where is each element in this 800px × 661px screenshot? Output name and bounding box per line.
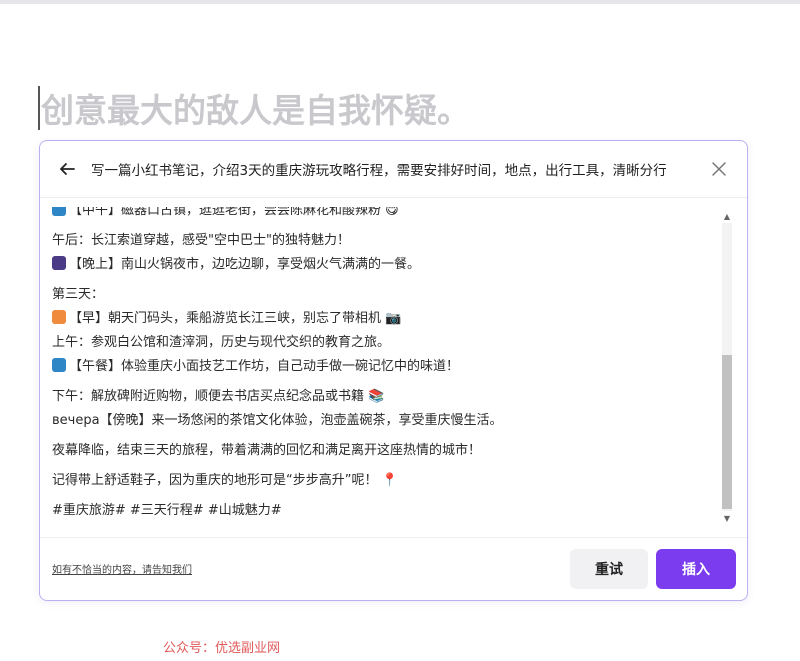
caret-up-icon[interactable]: ▲ [720, 209, 734, 223]
prompt-text: 写一篇小红书笔记，介绍3天的重庆游玩攻略行程，需要安排好时间，地点，出行工具，清… [91, 163, 667, 179]
content-line: 上午：参观白公馆和渣滓洞，历史与现代交织的教育之旅。 [52, 331, 503, 355]
content-line-text: вечера【傍晚】来一场悠闲的茶馆文化体验，泡壶盖碗茶，享受重庆慢生活。 [52, 413, 503, 428]
report-content-link[interactable]: 如有不恰当的内容，请告知我们 [52, 561, 192, 576]
content-line: 【中午】磁器口古镇，逛逛老街，尝尝陈麻花和酸辣粉 😋 [52, 207, 503, 223]
headline-area[interactable]: 创意最大的敌人是自我怀疑。 [38, 84, 470, 132]
generated-content[interactable]: 【中午】磁器口古镇，逛逛老街，尝尝陈麻花和酸辣粉 😋 午后：长江索道穿越，感受"空… [52, 207, 714, 523]
emoji-icon [52, 207, 66, 216]
content-line-text: 【晚上】南山火锅夜市，边吃边聊，享受烟火气满满的一餐。 [69, 257, 421, 272]
content-line-text: 午后：长江索道穿越，感受"空中巴士"的独特魅力！ [52, 233, 350, 248]
content-scrollbar[interactable]: ▲ ▼ [720, 209, 734, 525]
footer-divider [40, 537, 747, 538]
content-line: 记得带上舒适鞋子，因为重庆的地形可是“步步高升”呢！ 📍 [52, 469, 503, 493]
dialog-header: 写一篇小红书笔记，介绍3天的重庆游玩攻略行程，需要安排好时间，地点，出行工具，清… [40, 141, 747, 198]
content-line-text: 【早】朝天门码头，乘船游览长江三峡，别忘了带相机 📷 [69, 311, 402, 326]
scrollbar-track[interactable] [722, 223, 732, 511]
content-line-text: 第三天： [52, 287, 105, 302]
top-bar [0, 0, 800, 4]
content-line: 午后：长江索道穿越，感受"空中巴士"的独特魅力！ [52, 229, 503, 253]
scrollbar-thumb[interactable] [722, 355, 732, 509]
emoji-icon [52, 310, 66, 324]
content-line: 【午餐】体验重庆小面技艺工作坊，自己动手做一碗记忆中的味道！ [52, 355, 503, 379]
content-line-text: 下午：解放碑附近购物，顺便去书店买点纪念品或书籍 📚 [52, 389, 385, 404]
content-line: 【晚上】南山火锅夜市，边吃边聊，享受烟火气满满的一餐。 [52, 253, 503, 277]
content-line-text: 【午餐】体验重庆小面技艺工作坊，自己动手做一碗记忆中的味道！ [69, 359, 460, 374]
content-line: 第三天： [52, 283, 503, 307]
ai-writer-dialog: 写一篇小红书笔记，介绍3天的重庆游玩攻略行程，需要安排好时间，地点，出行工具，清… [39, 140, 748, 601]
content-line: 夜幕降临，结束三天的旅程，带着满满的回忆和满足离开这座热情的城市！ [52, 439, 503, 463]
retry-button[interactable]: 重试 [570, 549, 648, 589]
content-line-text: 夜幕降临，结束三天的旅程，带着满满的回忆和满足离开这座热情的城市！ [52, 443, 482, 458]
content-lines: 【中午】磁器口古镇，逛逛老街，尝尝陈麻花和酸辣粉 😋 午后：长江索道穿越，感受"空… [52, 207, 503, 523]
content-line: вечера【傍晚】来一场悠闲的茶馆文化体验，泡壶盖碗茶，享受重庆慢生活。 [52, 409, 503, 433]
back-button[interactable] [55, 157, 79, 181]
content-line: 下午：解放碑附近购物，顺便去书店买点纪念品或书籍 📚 [52, 385, 503, 409]
emoji-icon [52, 256, 66, 270]
page-headline[interactable]: 创意最大的敌人是自我怀疑。 [41, 84, 470, 132]
content-line-text: 【中午】磁器口古镇，逛逛老街，尝尝陈麻花和酸辣粉 😋 [69, 207, 399, 218]
close-button[interactable] [707, 157, 731, 181]
content-line-text: 上午：参观白公馆和渣滓洞，历史与现代交织的教育之旅。 [52, 335, 391, 350]
content-line: #重庆旅游# #三天行程# #山城魅力# [52, 499, 503, 523]
watermark-text: 公众号：优选副业网 [163, 641, 281, 656]
content-line: 【早】朝天门码头，乘船游览长江三峡，别忘了带相机 📷 [52, 307, 503, 331]
text-caret [38, 86, 40, 130]
insert-button[interactable]: 插入 [656, 549, 736, 589]
emoji-icon [52, 358, 66, 372]
close-icon [712, 162, 726, 176]
content-line-text: #重庆旅游# #三天行程# #山城魅力# [52, 503, 282, 518]
caret-down-icon[interactable]: ▼ [720, 511, 734, 525]
content-line-text: 记得带上舒适鞋子，因为重庆的地形可是“步步高升”呢！ 📍 [52, 473, 398, 488]
arrow-left-icon [60, 163, 75, 175]
